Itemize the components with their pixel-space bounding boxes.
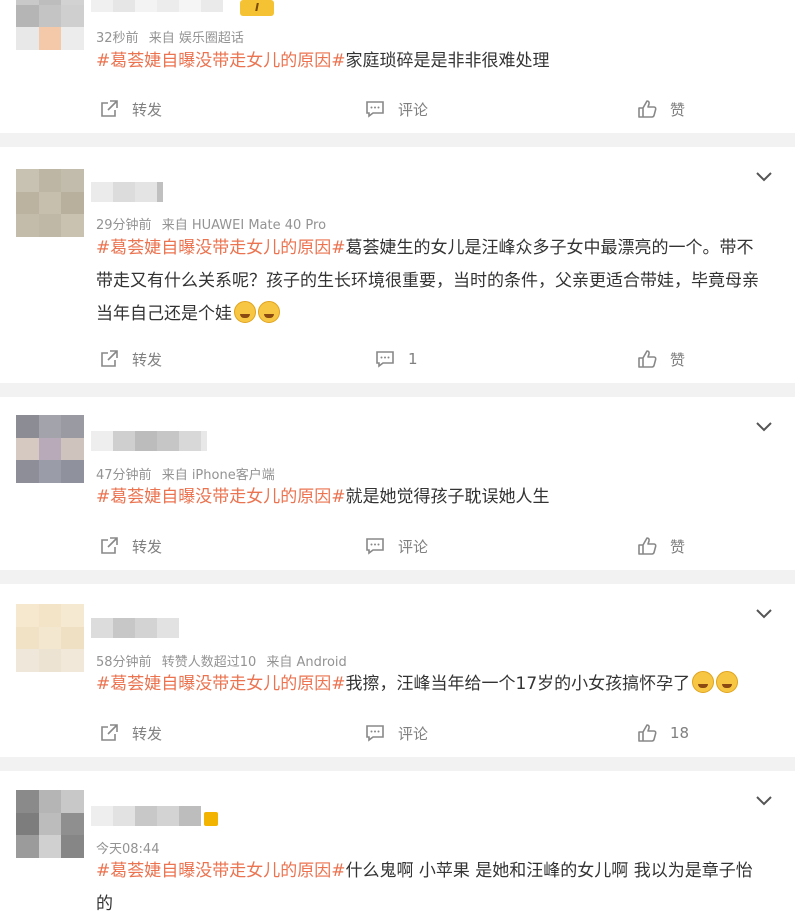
action-bar: 转发 评论 赞 [0,531,795,561]
share-label: 转发 [132,100,163,119]
username-blurred[interactable] [91,431,207,451]
share-icon [101,350,118,367]
topic-tag[interactable]: #葛荟婕自曝没带走女儿的原因# [96,674,346,694]
topic-tag[interactable]: #葛荟婕自曝没带走女儿的原因# [96,51,346,71]
like-label: 赞 [670,537,686,556]
comment-card: 今天08:44 #葛荟婕自曝没带走女儿的原因#什么鬼啊 小苹果 是她和汪峰的女儿… [0,771,795,913]
laugh-cry-emoji [234,301,256,323]
comment-card: 47分钟前 来自 iPhone客户端 #葛荟婕自曝没带走女儿的原因#就是她觉得孩… [0,397,795,570]
chevron-down-icon[interactable] [753,789,775,811]
comment-meta: 29分钟前 来自 HUAWEI Mate 40 Pro [96,214,332,233]
topic-tag[interactable]: #葛荟婕自曝没带走女儿的原因# [96,487,346,507]
comment-text: #葛荟婕自曝没带走女儿的原因#什么鬼啊 小苹果 是她和汪峰的女儿啊 我以为是章子… [96,855,767,913]
thumbs-up-icon [638,724,657,742]
share-label: 转发 [132,724,163,743]
comment-icon [366,725,384,742]
comment-time: 32秒前 [96,31,139,46]
comment-button[interactable]: 1 [374,344,418,374]
share-label: 转发 [132,537,163,556]
grin-emoji [258,301,280,323]
avatar[interactable] [16,790,84,858]
avatar[interactable] [16,169,84,237]
avatar[interactable] [16,0,84,50]
dizzy-emoji [716,671,739,693]
comment-body: 就是她觉得孩子耽误她人生 [345,487,550,507]
comment-button[interactable]: 评论 [364,718,428,748]
share-button[interactable]: 转发 [98,718,162,748]
action-bar: 转发 评论 赞 [0,94,795,124]
vip-crown-icon [204,812,218,826]
comment-icon [366,101,384,118]
thumbs-up-icon [638,537,657,555]
share-label: 转发 [132,350,163,369]
dizzy-emoji [692,671,715,693]
comment-label: 评论 [398,100,429,119]
like-button[interactable]: 赞 [636,344,685,374]
share-icon [101,724,118,741]
comment-card: 58分钟前 转赞人数超过10 来自 Android #葛荟婕自曝没带走女儿的原因… [0,584,795,757]
comment-label: 评论 [398,724,429,743]
comment-card: 29分钟前 来自 HUAWEI Mate 40 Pro #葛荟婕自曝没带走女儿的… [0,147,795,383]
share-icon [101,100,118,117]
like-button[interactable]: 18 [636,718,689,748]
chevron-down-icon[interactable] [753,415,775,437]
thumbs-up-icon [638,100,657,118]
action-bar: 转发 1 赞 [0,344,795,374]
comment-body: 我擦，汪峰当年给一个17岁的小女孩搞怀孕了 [345,674,691,694]
comment-label: 评论 [398,537,429,556]
comment-card: I 32秒前 来自 娱乐圈超话 #葛荟婕自曝没带走女儿的原因#家庭琐碎是是非非很… [0,0,795,133]
comment-button[interactable]: 评论 [364,94,428,124]
share-icon [101,537,118,554]
comment-source[interactable]: 来自 HUAWEI Mate 40 Pro [162,218,326,233]
username-blurred[interactable] [91,182,163,202]
thumbs-up-icon [638,350,657,368]
comment-text: #葛荟婕自曝没带走女儿的原因#我擦，汪峰当年给一个17岁的小女孩搞怀孕了 [96,668,767,701]
like-button[interactable]: 赞 [636,94,685,124]
chevron-down-icon[interactable] [753,165,775,187]
share-button[interactable]: 转发 [98,94,162,124]
comment-text: #葛荟婕自曝没带走女儿的原因#葛荟婕生的女儿是汪峰众多子女中最漂亮的一个。带不带… [96,232,767,331]
share-button[interactable]: 转发 [98,344,162,374]
like-button[interactable]: 赞 [636,531,685,561]
username-blurred[interactable] [91,618,179,638]
comment-source[interactable]: 来自 娱乐圈超话 [149,31,244,46]
comment-count: 1 [408,350,418,368]
username-blurred[interactable] [91,0,223,12]
comment-text: #葛荟婕自曝没带走女儿的原因#家庭琐碎是是非非很难处理 [96,45,767,78]
comment-body: 家庭琐碎是是非非很难处理 [345,51,550,71]
avatar[interactable] [16,604,84,672]
like-count: 18 [670,724,690,742]
like-label: 赞 [670,100,686,119]
like-label: 赞 [670,350,686,369]
share-button[interactable]: 转发 [98,531,162,561]
action-bar: 转发 评论 18 [0,718,795,748]
chevron-down-icon[interactable] [753,602,775,624]
comment-text: #葛荟婕自曝没带走女儿的原因#就是她觉得孩子耽误她人生 [96,481,767,514]
comment-icon [376,351,394,368]
comment-icon [366,538,384,555]
comment-time: 29分钟前 [96,218,152,233]
comment-feed: I 32秒前 来自 娱乐圈超话 #葛荟婕自曝没带走女儿的原因#家庭琐碎是是非非很… [0,0,795,913]
topic-tag[interactable]: #葛荟婕自曝没带走女儿的原因# [96,238,346,258]
level-badge: I [240,0,274,16]
avatar[interactable] [16,415,84,483]
username-blurred[interactable] [91,806,201,826]
comment-button[interactable]: 评论 [364,531,428,561]
topic-tag[interactable]: #葛荟婕自曝没带走女儿的原因# [96,861,346,881]
comment-meta: 32秒前 来自 娱乐圈超话 [96,27,250,46]
